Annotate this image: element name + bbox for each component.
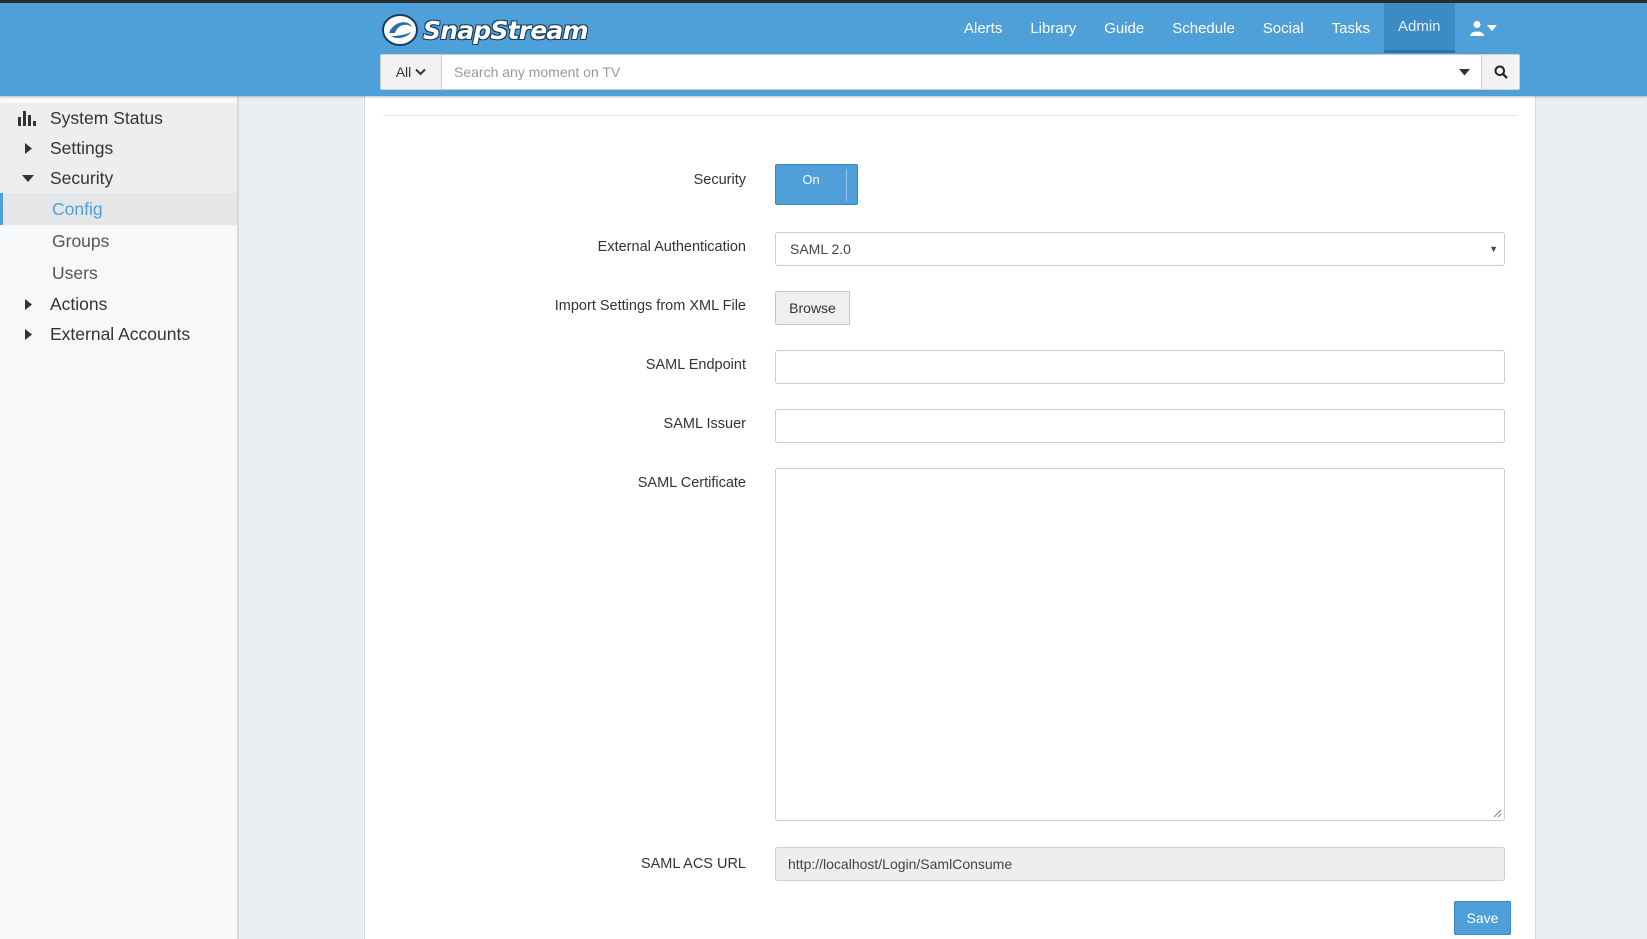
nav-library-label: Library [1030, 19, 1077, 37]
sidebar-item-actions[interactable]: Actions [0, 289, 237, 319]
nav-alerts-label: Alerts [964, 19, 1003, 37]
saml-acs-url-field[interactable]: http://localhost/Login/SamlConsume [775, 847, 1505, 881]
saml-acs-url-label: SAML ACS URL [640, 856, 746, 872]
browse-button[interactable]: Browse [775, 291, 850, 325]
saml-issuer-input[interactable] [775, 409, 1505, 443]
nav-tasks-label: Tasks [1331, 19, 1370, 37]
sidebar-item-label: Config [52, 198, 103, 219]
search-scope-label: All [395, 64, 412, 80]
external-auth-select[interactable]: SAML 2.0 ▼ [775, 232, 1505, 266]
nav-guide-label: Guide [1104, 19, 1145, 37]
sidebar-item-security[interactable]: Security [0, 163, 237, 193]
nav-social-label: Social [1262, 19, 1304, 37]
sidebar-item-label: Security [50, 167, 114, 188]
sidebar-item-users[interactable]: Users [0, 257, 237, 289]
external-auth-value: SAML 2.0 [790, 241, 851, 257]
sidebar-item-config[interactable]: Config [0, 193, 237, 225]
snapstream-logo[interactable]: SnapStream [381, 12, 589, 48]
main-nav: Alerts Library Guide Schedule Social Tas… [950, 3, 1511, 53]
import-xml-label: Import Settings from XML File [554, 298, 746, 314]
caret-down-icon [1458, 68, 1470, 75]
nav-admin[interactable]: Admin [1384, 3, 1455, 53]
sidebar-item-system-status[interactable]: System Status [0, 103, 237, 133]
sidebar-item-settings[interactable]: Settings [0, 133, 237, 163]
admin-sidebar: System Status Settings Security Config G… [0, 96, 239, 939]
caret-down-icon: ▼ [1489, 244, 1498, 254]
logo-text: SnapStream [423, 15, 589, 45]
security-toggle[interactable]: On [775, 164, 858, 205]
toggle-handle[interactable] [846, 169, 847, 201]
sidebar-item-label: Users [52, 262, 98, 283]
search-icon [1494, 65, 1508, 79]
toggle-on-label: On [802, 172, 820, 187]
caret-down-icon [20, 174, 36, 182]
bar-chart-icon [18, 110, 36, 126]
nav-schedule-label: Schedule [1172, 19, 1235, 37]
save-button[interactable]: Save [1454, 901, 1511, 935]
caret-right-icon [20, 328, 36, 340]
nav-guide[interactable]: Guide [1090, 3, 1158, 53]
sidebar-item-groups[interactable]: Groups [0, 225, 237, 257]
security-label: Security [693, 172, 746, 188]
sidebar-item-label: System Status [50, 107, 163, 128]
saml-certificate-textarea[interactable] [775, 468, 1505, 821]
saml-issuer-label: SAML Issuer [663, 416, 746, 432]
sidebar-item-external-accounts[interactable]: External Accounts [0, 319, 237, 349]
nav-tasks[interactable]: Tasks [1318, 3, 1384, 53]
saml-acs-url-value: http://localhost/Login/SamlConsume [788, 856, 1013, 872]
caret-right-icon [20, 298, 36, 310]
saml-certificate-label: SAML Certificate [637, 475, 746, 491]
browse-button-label: Browse [789, 300, 836, 316]
external-auth-label: External Authentication [597, 239, 746, 255]
user-icon [1469, 21, 1484, 36]
security-config-panel: Security On External Authentication SAML… [364, 96, 1536, 939]
caret-down-icon [1486, 25, 1497, 31]
search-scope-dropdown[interactable]: All [381, 55, 442, 89]
logo-swirl-icon [382, 14, 418, 46]
sidebar-item-label: External Accounts [50, 323, 191, 344]
nav-schedule[interactable]: Schedule [1158, 3, 1249, 53]
sidebar-item-label: Groups [52, 230, 110, 251]
nav-library[interactable]: Library [1016, 3, 1090, 53]
saml-endpoint-input[interactable] [775, 350, 1505, 384]
chevron-down-icon [415, 68, 426, 76]
saml-endpoint-label: SAML Endpoint [645, 357, 746, 373]
sidebar-item-label: Settings [50, 137, 114, 158]
page-heading-scrolled [365, 96, 1535, 114]
nav-social[interactable]: Social [1249, 3, 1318, 53]
save-button-label: Save [1466, 910, 1499, 926]
nav-alerts[interactable]: Alerts [950, 3, 1016, 53]
sidebar-item-label: Actions [50, 293, 108, 314]
caret-right-icon [20, 142, 36, 154]
search-input[interactable] [442, 55, 1447, 89]
heading-divider [383, 115, 1517, 116]
user-menu[interactable] [1455, 3, 1511, 53]
search-bar: All [380, 54, 1520, 90]
resize-handle-icon[interactable] [1493, 809, 1502, 818]
search-button[interactable] [1481, 55, 1519, 89]
nav-admin-label: Admin [1398, 18, 1441, 35]
search-options-toggle[interactable] [1447, 55, 1481, 89]
top-navbar: SnapStream Alerts Library Guide Schedule… [0, 0, 1647, 96]
